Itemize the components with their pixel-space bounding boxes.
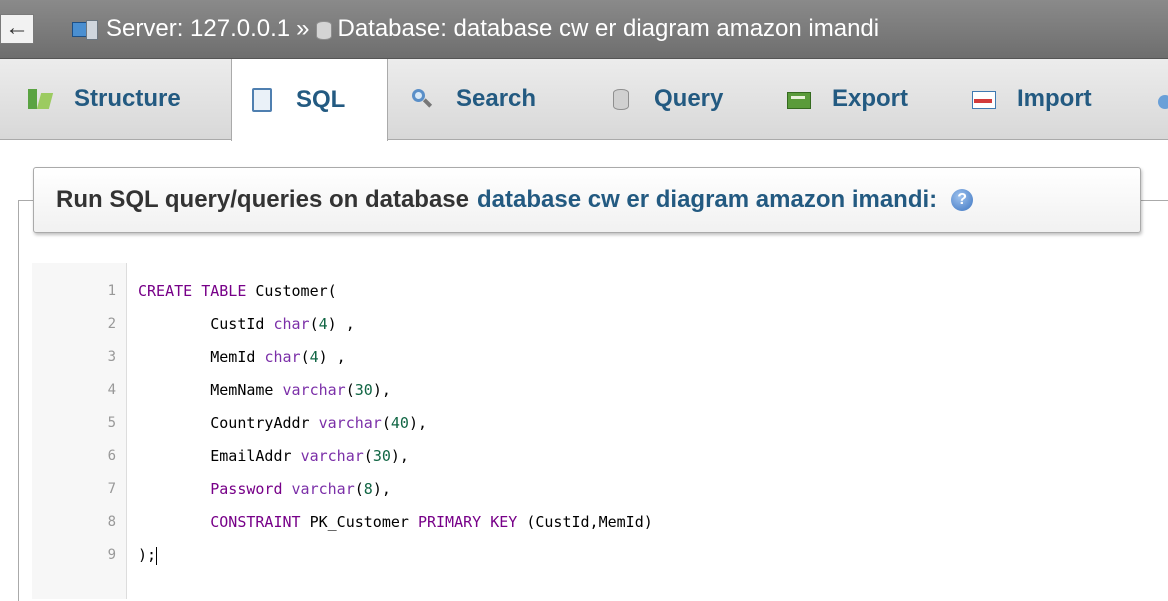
query-icon bbox=[608, 87, 634, 111]
breadcrumb-server-link[interactable]: Server: 127.0.0.1 bbox=[106, 15, 290, 43]
code-line: CREATE TABLE Customer( bbox=[138, 282, 337, 302]
tab-structure[interactable]: Structure bbox=[10, 59, 230, 139]
server-icon bbox=[72, 19, 100, 40]
line-number-gutter: 1 2 3 4 5 6 7 8 9 bbox=[32, 263, 127, 599]
code-token: (CustId,MemId) bbox=[517, 513, 653, 531]
code-token: 4 bbox=[309, 348, 319, 366]
sql-icon bbox=[250, 88, 276, 112]
tab-import-label: Import bbox=[1017, 85, 1092, 112]
line-number: 1 bbox=[107, 283, 116, 299]
code-token: char bbox=[273, 315, 310, 333]
tab-export[interactable]: Export bbox=[768, 59, 948, 139]
database-icon bbox=[315, 19, 333, 40]
section-title: Run SQL query/queries on database bbox=[56, 186, 469, 213]
breadcrumb: Server: 127.0.0.1 » Database: database c… bbox=[72, 14, 879, 44]
code-token: CONSTRAINT bbox=[138, 513, 301, 531]
code-line: EmailAddr varchar(30), bbox=[138, 447, 409, 467]
tab-bar: Structure SQL Search Query Export Import bbox=[0, 59, 1168, 141]
sql-query-editor[interactable]: 1 2 3 4 5 6 7 8 9 CREATE TABLE Customer( CustId … bbox=[32, 263, 1168, 599]
tab-more-truncated[interactable] bbox=[1140, 59, 1168, 139]
code-token: ), bbox=[408, 414, 427, 432]
code-token: ( bbox=[363, 447, 373, 465]
code-token: ), bbox=[372, 381, 391, 399]
line-number: 6 bbox=[107, 448, 116, 464]
tab-structure-label: Structure bbox=[74, 85, 181, 112]
code-token: ) , bbox=[318, 348, 346, 366]
tab-sql-label: SQL bbox=[296, 86, 346, 113]
code-token: 30 bbox=[354, 381, 373, 399]
text-cursor bbox=[156, 546, 158, 565]
breadcrumb-database-link[interactable]: Database: database cw er diagram amazon … bbox=[337, 15, 879, 43]
code-token: 8 bbox=[363, 480, 373, 498]
section-database-link[interactable]: database cw er diagram amazon imandi: bbox=[477, 186, 937, 214]
line-number: 3 bbox=[107, 349, 116, 365]
code-token: MemName bbox=[138, 381, 283, 399]
code-token: ), bbox=[372, 480, 391, 498]
code-token: ); bbox=[138, 546, 157, 564]
code-token: 4 bbox=[318, 315, 328, 333]
code-line: MemName varchar(30), bbox=[138, 381, 391, 401]
sql-section-header: Run SQL query/queries on database databa… bbox=[33, 167, 1141, 233]
tab-search-label: Search bbox=[456, 85, 537, 112]
structure-icon bbox=[28, 87, 54, 111]
back-arrow-icon: ← bbox=[5, 14, 29, 41]
code-token: CustId bbox=[138, 315, 274, 333]
code-token: Customer( bbox=[246, 282, 337, 300]
code-line: MemId char(4) , bbox=[138, 348, 346, 368]
tab-query-label: Query bbox=[654, 85, 724, 112]
code-token: ( bbox=[381, 414, 391, 432]
code-line: ); bbox=[138, 546, 158, 566]
import-icon bbox=[971, 87, 997, 111]
tab-export-label: Export bbox=[832, 85, 909, 112]
code-token: PK_Customer bbox=[300, 513, 418, 531]
code-token: varchar bbox=[291, 480, 355, 498]
code-line: Password varchar(8), bbox=[138, 480, 391, 500]
code-token: ) , bbox=[327, 315, 355, 333]
tab-query[interactable]: Query bbox=[590, 59, 760, 139]
line-number: 7 bbox=[107, 481, 116, 497]
code-token: CountryAddr bbox=[138, 414, 319, 432]
line-number: 9 bbox=[107, 547, 116, 563]
code-token: ( bbox=[309, 315, 319, 333]
code-token: PRIMARY KEY bbox=[417, 513, 518, 531]
code-token: varchar bbox=[300, 447, 364, 465]
code-line: CONSTRAINT PK_Customer PRIMARY KEY (Cust… bbox=[138, 513, 653, 533]
code-line: CountryAddr varchar(40), bbox=[138, 414, 427, 434]
more-tab-icon bbox=[1156, 87, 1168, 111]
code-token: ), bbox=[390, 447, 409, 465]
line-number: 5 bbox=[107, 415, 116, 431]
code-token: ( bbox=[300, 348, 310, 366]
server-breadcrumb-bar: ← Server: 127.0.0.1 » Database: database… bbox=[0, 0, 1168, 59]
export-icon bbox=[786, 87, 812, 111]
line-number: 4 bbox=[107, 382, 116, 398]
code-token: CREATE TABLE bbox=[138, 282, 247, 300]
tab-search[interactable]: Search bbox=[392, 59, 582, 139]
line-number: 8 bbox=[107, 514, 116, 530]
back-button[interactable]: ← bbox=[0, 14, 34, 44]
code-token: varchar bbox=[282, 381, 346, 399]
code-token: varchar bbox=[318, 414, 382, 432]
code-token: ( bbox=[345, 381, 355, 399]
code-line: CustId char(4) , bbox=[138, 315, 355, 335]
code-area[interactable]: CREATE TABLE Customer( CustId char(4) , … bbox=[138, 263, 1138, 599]
code-token: Password bbox=[138, 480, 292, 498]
search-icon bbox=[410, 87, 436, 111]
code-token: 30 bbox=[372, 447, 391, 465]
help-icon[interactable]: ? bbox=[951, 189, 974, 211]
line-number: 2 bbox=[107, 316, 116, 332]
code-token: MemId bbox=[138, 348, 265, 366]
code-token: char bbox=[264, 348, 301, 366]
code-token: ( bbox=[354, 480, 364, 498]
code-token: 40 bbox=[390, 414, 409, 432]
tab-sql[interactable]: SQL bbox=[231, 59, 388, 141]
breadcrumb-separator: » bbox=[296, 15, 310, 42]
code-token: EmailAddr bbox=[138, 447, 301, 465]
tab-import[interactable]: Import bbox=[953, 59, 1133, 139]
